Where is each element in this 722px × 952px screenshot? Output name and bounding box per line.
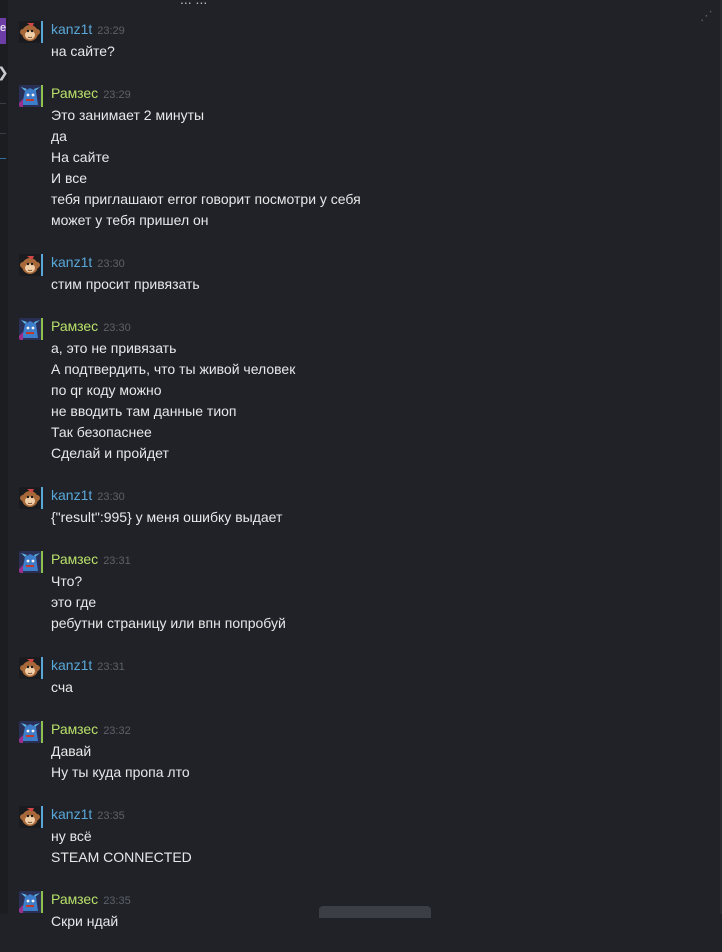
message-timestamp: 23:30	[97, 258, 125, 270]
left-panel-divider	[0, 103, 6, 104]
message-timestamp: 23:29	[103, 89, 131, 101]
message-text: А подтвердить, что ты живой человек	[51, 361, 296, 377]
author-name[interactable]: Рамзес	[51, 891, 98, 907]
message-text: На сайте	[51, 149, 110, 165]
message-text: на сайте?	[51, 43, 115, 59]
message-text: может у тебя пришел он	[51, 212, 209, 228]
message-timestamp: 23:31	[97, 661, 125, 673]
message-header: kanz1t 23:30	[51, 251, 699, 274]
avatar-status-bar	[41, 657, 43, 679]
message-text: {"result":995} у меня ошибку выдает	[51, 509, 283, 525]
author-name[interactable]: Рамзес	[51, 85, 98, 101]
message-timestamp: 23:29	[97, 25, 125, 37]
left-panel-divider	[0, 158, 6, 159]
author-name[interactable]: kanz1t	[51, 657, 92, 673]
message-text: Что?	[51, 573, 83, 589]
message-text: STEAM CONNECTED	[51, 849, 192, 865]
chat-message: kanz1t 23:29 на сайте?	[19, 18, 699, 62]
chat-message: Рамзес 23:30 а, это не привязать А подтверд…	[19, 315, 699, 464]
dragon-avatar[interactable]	[19, 721, 41, 743]
avatar-status-bar	[41, 551, 43, 573]
message-timestamp: 23:30	[97, 491, 125, 503]
message-text: Это занимает 2 минуты	[51, 107, 205, 123]
message-header: Рамзес 23:32	[51, 718, 699, 741]
message-header: Рамзес 23:29	[51, 82, 699, 105]
left-panel-cut-text: e	[0, 22, 7, 34]
dragon-avatar[interactable]	[19, 85, 41, 107]
author-name[interactable]: kanz1t	[51, 806, 92, 822]
dragon-avatar[interactable]	[19, 318, 41, 340]
avatar-status-bar	[41, 21, 43, 43]
chat-message: Рамзес 23:29 Это занимает 2 минуты да На сай…	[19, 82, 699, 231]
monkey-avatar[interactable]	[19, 254, 41, 276]
author-name[interactable]: kanz1t	[51, 487, 92, 503]
author-name[interactable]: Рамзес	[51, 721, 98, 737]
message-timestamp: 23:31	[103, 555, 131, 567]
message-text: ребутни страницу или впн попробуй	[51, 615, 286, 631]
message-timestamp: 23:35	[103, 895, 131, 907]
new-messages-tab[interactable]	[319, 906, 431, 918]
message-text: сча	[51, 679, 73, 695]
message-header: kanz1t 23:29	[51, 18, 699, 41]
avatar-status-bar	[41, 85, 43, 107]
message-text: И все	[51, 170, 88, 186]
message-timestamp: 23:32	[103, 725, 131, 737]
message-timestamp: 23:35	[97, 810, 125, 822]
avatar-status-bar	[41, 487, 43, 509]
author-name[interactable]: kanz1t	[51, 21, 92, 37]
avatar-status-bar	[41, 254, 43, 276]
message-header: kanz1t 23:31	[51, 654, 699, 677]
left-panel-edge	[0, 0, 8, 914]
collapse-chevron-icon[interactable]: ❯	[0, 64, 9, 81]
message-text: по qr коду можно	[51, 382, 162, 398]
chat-message: kanz1t 23:31 сча	[19, 654, 699, 698]
message-header: Рамзес 23:30	[51, 315, 699, 338]
monkey-avatar[interactable]	[19, 657, 41, 679]
left-panel-divider	[0, 133, 6, 134]
message-text: Так безопаснее	[51, 424, 152, 440]
clipped-top-text: ... ...	[180, 0, 207, 7]
scroll-grip-icon[interactable]: ⋰	[700, 8, 713, 24]
message-text: тебя приглашают error говорит посмотри у…	[51, 191, 361, 207]
dragon-avatar[interactable]	[19, 551, 41, 573]
chat-message: kanz1t 23:35 ну всё STEAM CONNECTED	[19, 803, 699, 868]
author-name[interactable]: kanz1t	[51, 254, 92, 270]
chat-log: kanz1t 23:29 на сайте? Рамзес 23:29 Это заним…	[19, 18, 699, 952]
message-text: ну всё	[51, 828, 92, 844]
chat-message: Рамзес 23:31 Что? это где ребутни страницу и…	[19, 548, 699, 634]
chat-message: kanz1t 23:30 стим просит привязать	[19, 251, 699, 295]
message-text: это где	[51, 594, 97, 610]
chat-message: kanz1t 23:30 {"result":995} у меня ошибку …	[19, 484, 699, 528]
avatar-status-bar	[41, 721, 43, 743]
message-header: kanz1t 23:35	[51, 803, 699, 826]
message-text: да	[51, 128, 67, 144]
message-header: Рамзес 23:31	[51, 548, 699, 571]
message-text: Давай	[51, 743, 92, 759]
message-text: Ну ты куда пропа лто	[51, 764, 190, 780]
message-header: kanz1t 23:30	[51, 484, 699, 507]
monkey-avatar[interactable]	[19, 487, 41, 509]
author-name[interactable]: Рамзес	[51, 318, 98, 334]
message-text: не вводить там данные тиоп	[51, 403, 237, 419]
message-text: стим просит привязать	[51, 276, 200, 292]
dragon-avatar[interactable]	[19, 891, 41, 913]
chat-message: Рамзес 23:32 Давай Ну ты куда пропа лто	[19, 718, 699, 783]
monkey-avatar[interactable]	[19, 806, 41, 828]
message-text: а, это не привязать	[51, 340, 177, 356]
avatar-status-bar	[41, 891, 43, 913]
author-name[interactable]: Рамзес	[51, 551, 98, 567]
monkey-avatar[interactable]	[19, 21, 41, 43]
message-timestamp: 23:30	[103, 322, 131, 334]
message-text: Сделай и пройдет	[51, 445, 169, 461]
avatar-status-bar	[41, 806, 43, 828]
avatar-status-bar	[41, 318, 43, 340]
